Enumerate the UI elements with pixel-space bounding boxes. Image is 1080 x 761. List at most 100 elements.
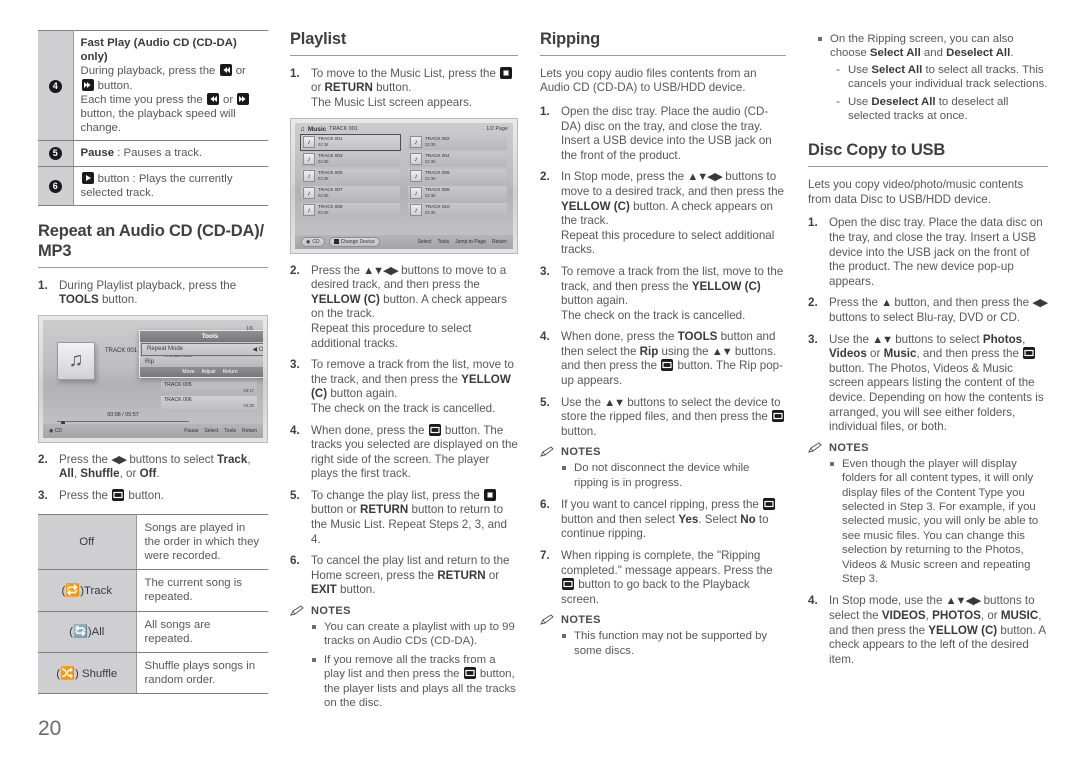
track-info: TRACK 010 02:38 — [425, 204, 450, 216]
music-option-ref: Music — [883, 347, 917, 361]
step-number: 4. — [290, 423, 300, 437]
pencil-icon — [808, 442, 823, 454]
page-title-ripping: Ripping — [540, 30, 600, 48]
step-text-e: , and then press the — [916, 347, 1023, 361]
return-button-ref: RETURN — [437, 568, 486, 582]
notes-list: You can create a playlist with up to 99 … — [290, 620, 518, 710]
screen-footer: ◉ CD Change Device Select Tools Jump to P… — [295, 234, 513, 249]
mode-label: )All — [87, 626, 105, 639]
list-item[interactable]: ♪ TRACK 006 02:38 — [408, 168, 507, 184]
sub-text-a: Use — [848, 63, 872, 76]
enter-icon — [562, 578, 574, 591]
screen-header: ♫ Music TRACK 001 1/2 Page — [295, 123, 513, 135]
hint-adjust: Adjust — [201, 368, 216, 375]
track-duration: 02:38 — [425, 193, 436, 199]
shuffle-icon: 🔀 — [60, 665, 76, 680]
list-item[interactable]: ♪ TRACK 001 02:38 — [300, 133, 401, 151]
fast-play-title: Fast Play (Audio CD (CD-DA) only) — [80, 37, 237, 64]
fast-play-line2c: button, the playback speed will change. — [80, 108, 236, 135]
step-6: 6. To cancel the play list and return to… — [290, 554, 518, 598]
step-7: 7. When ripping is complete, the "Rippin… — [540, 549, 786, 607]
tools-popup: Tools Repeat Mode ◀ Off ▶ Rip Move Adjus… — [139, 329, 263, 378]
tv-screen: 1/6 ♫ TRACK 001 00:08 / 05:57 TRACK 0030… — [43, 319, 263, 438]
repeat-steps-part2: 2. Press the ◀▶ buttons to select Track,… — [38, 453, 268, 504]
rip-row[interactable]: Rip — [140, 356, 263, 367]
header-left: ♫ Music TRACK 001 — [300, 126, 358, 133]
step-2: 2. In Stop mode, press the ▲▼◀▶ buttons … — [540, 170, 786, 258]
source-text: CD — [312, 238, 320, 245]
mode-cell-off: Off — [38, 513, 137, 571]
track-name: TRACK 010 — [425, 204, 450, 210]
track-duration: 02:38 — [318, 176, 329, 182]
step-text-a: Use the — [829, 332, 873, 346]
list-item[interactable]: ♪ TRACK 003 02:38 — [301, 151, 400, 167]
pencil-icon — [540, 614, 555, 626]
notes-list: This function may not be supported by so… — [540, 629, 786, 658]
note-item: If you remove all the tracks from a play… — [312, 653, 518, 711]
step-text-b: button. — [98, 293, 138, 307]
hint-return: Return — [222, 368, 238, 375]
music-note-icon: ♪ — [303, 136, 315, 149]
note-item: On the Ripping screen, you can also choo… — [818, 32, 1048, 123]
mode-desc-shuffle: Shuffle plays songs in random order. — [136, 652, 268, 695]
rip-label: Rip — [145, 358, 155, 365]
step-1: 1. Open the disc tray. Place the audio (… — [540, 105, 786, 163]
repeat-mode-value-group: ◀ Off ▶ — [253, 346, 263, 353]
notes-list: Even though the player will display fold… — [808, 457, 1048, 587]
table-row: (🔁)Track The current song is repeated. — [38, 569, 268, 612]
track-name: TRACK 005 — [164, 382, 192, 389]
step-number: 7. — [540, 549, 550, 563]
step-text-a: When done, press the — [561, 330, 678, 344]
list-item[interactable]: ♪ TRACK 004 02:38 — [408, 151, 507, 167]
source-chip[interactable]: ◉ CD — [301, 236, 325, 247]
table-row: 5 Pause : Pauses a track. — [38, 140, 268, 167]
up-down-arrows-icon: ▲▼ — [711, 345, 733, 358]
step-number: 2. — [38, 452, 48, 466]
step-number: 4. — [540, 330, 550, 344]
repeat-mode-table: Off Songs are played in the order in whi… — [38, 513, 268, 695]
change-device-chip[interactable]: Change Device — [328, 236, 380, 247]
step-text-a: When done, press the — [311, 423, 428, 437]
button-function-table: 4 Fast Play (Audio CD (CD-DA) only) Duri… — [38, 29, 268, 207]
track-info: TRACK 005 02:38 — [318, 170, 343, 182]
number-badge-6: 6 — [48, 179, 62, 193]
step-number: 2. — [540, 170, 550, 184]
list-item[interactable]: ♪ TRACK 009 02:38 — [301, 202, 400, 218]
step-text-b: button and then select — [561, 512, 679, 526]
track-info: TRACK 004 02:38 — [425, 153, 450, 165]
track-info: TRACK 002 02:38 — [425, 136, 450, 148]
list-item[interactable]: ♪ TRACK 010 02:38 — [408, 202, 507, 218]
step-2: 2. Press the ▲ button, and then press th… — [808, 296, 1048, 325]
table-row: Off Songs are played in the order in whi… — [38, 513, 268, 571]
mode-cell-shuffle: (🔀) Shuffle — [38, 652, 137, 695]
list-item[interactable]: ♪ TRACK 002 02:38 — [408, 134, 507, 150]
button-glyph — [333, 239, 339, 245]
yellow-c-button-ref: YELLOW (C) — [311, 292, 380, 306]
mode-label: Off — [79, 535, 95, 548]
tools-button-ref: TOOLS — [59, 293, 99, 307]
column-3: Ripping Lets you copy audio files conten… — [540, 30, 808, 718]
stop-icon — [500, 66, 513, 79]
notes-block: NOTES You can create a playlist with up … — [290, 605, 518, 710]
step-1: 1. To move to the Music List, press the … — [290, 66, 518, 111]
list-item[interactable]: ♪ TRACK 005 02:38 — [301, 168, 400, 184]
exit-button-ref: EXIT — [311, 583, 337, 597]
step-text-b: buttons to select — [126, 452, 217, 466]
number-badge-4: 4 — [48, 79, 62, 93]
step-text: Open the disc tray. Place the data disc … — [829, 216, 1043, 288]
list-item[interactable]: ♪ TRACK 007 02:38 — [301, 185, 400, 201]
track-info: TRACK 006 02:38 — [425, 170, 450, 182]
repeat-mode-row[interactable]: Repeat Mode ◀ Off ▶ — [141, 342, 263, 356]
yellow-c-button-ref: YELLOW (C) — [561, 199, 630, 213]
list-item[interactable]: ♪ TRACK 008 02:38 — [408, 185, 507, 201]
step-number: 1. — [808, 216, 818, 230]
mode-label: ) Shuffle — [75, 667, 118, 680]
music-note-icon: ♪ — [410, 136, 422, 149]
music-note-icon: ♪ — [410, 187, 422, 200]
fast-forward-icon-2 — [237, 92, 250, 105]
music-note-icon: ♪ — [410, 204, 422, 217]
track-grid: ♪ TRACK 001 02:38 ♪ TRACK 002 02:38 ♪ TRACK 0… — [295, 133, 513, 218]
rip-menu-ref: Rip — [639, 344, 659, 358]
repeat-mode-label: Repeat Mode — [147, 346, 184, 353]
up-arrow-icon: ▲ — [881, 297, 892, 310]
